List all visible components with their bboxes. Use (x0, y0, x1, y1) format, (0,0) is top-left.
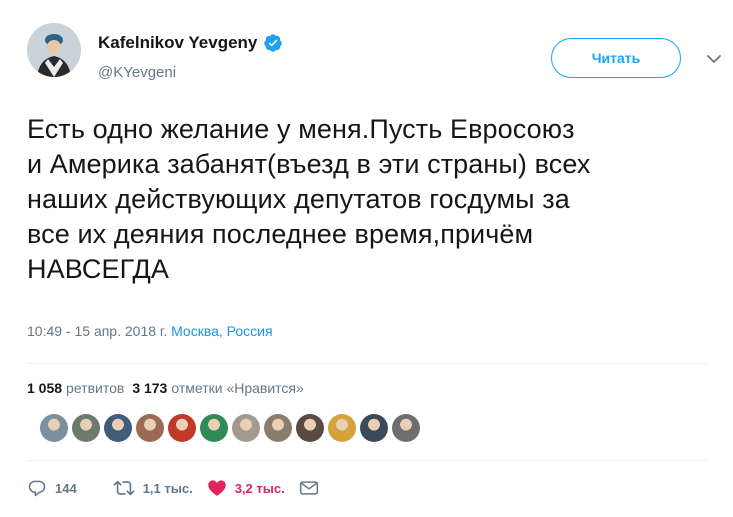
avatar-image (27, 23, 81, 77)
author-display-name[interactable]: Kafelnikov Yevgeny (98, 33, 257, 53)
liker-avatar[interactable] (232, 414, 260, 442)
tweet-actions: 144 1,1 тыс. 3,2 тыс. (27, 478, 333, 498)
tweet-timestamp[interactable]: 10:49 - 15 апр. 2018 г. (27, 323, 167, 339)
retweets-stat[interactable]: 1 058 ретвитов (27, 380, 124, 396)
direct-message-button[interactable] (299, 479, 319, 497)
heart-icon (207, 480, 226, 496)
tweet-card: Kafelnikov Yevgeny @KYevgeni Читать Есть… (0, 0, 733, 517)
retweet-count: 1,1 тыс. (142, 480, 193, 496)
liker-avatar[interactable] (392, 414, 420, 442)
liker-avatar[interactable] (168, 414, 196, 442)
chevron-down-icon[interactable] (705, 50, 723, 68)
reply-button[interactable]: 144 (27, 478, 77, 498)
tweet-stats: 1 058 ретвитов 3 173 отметки «Нравится» (27, 380, 304, 396)
liker-avatar[interactable] (72, 414, 100, 442)
author-handle[interactable]: @KYevgeni (98, 64, 176, 81)
divider (27, 363, 707, 364)
likes-count: 3 173 (132, 380, 168, 396)
follow-button[interactable]: Читать (551, 38, 681, 78)
liker-avatar[interactable] (328, 414, 356, 442)
tweet-meta: 10:49 - 15 апр. 2018 г. Москва, Россия (27, 323, 273, 339)
like-count: 3,2 тыс. (234, 480, 285, 496)
retweets-count: 1 058 (27, 380, 63, 396)
reply-icon (28, 480, 46, 497)
like-button[interactable]: 3,2 тыс. (207, 478, 285, 498)
likes-stat[interactable]: 3 173 отметки «Нравится» (132, 380, 303, 396)
tweet-location[interactable]: Москва, Россия (171, 323, 273, 339)
reply-count: 144 (55, 480, 77, 496)
liker-avatars (40, 414, 420, 442)
tweet-text: Есть одно желание у меня.Пусть Евросоюз … (27, 114, 591, 284)
liker-avatar[interactable] (264, 414, 292, 442)
author-name-row[interactable]: Kafelnikov Yevgeny (98, 33, 283, 53)
author-avatar[interactable] (27, 23, 81, 77)
liker-avatar[interactable] (200, 414, 228, 442)
envelope-icon (299, 481, 318, 495)
liker-avatar[interactable] (40, 414, 68, 442)
retweet-icon (113, 480, 135, 496)
divider (27, 460, 707, 461)
liker-avatar[interactable] (296, 414, 324, 442)
retweets-label: ретвитов (66, 380, 125, 396)
liker-avatar[interactable] (104, 414, 132, 442)
likes-label: отметки «Нравится» (171, 380, 304, 396)
retweet-button[interactable]: 1,1 тыс. (113, 478, 193, 498)
liker-avatar[interactable] (360, 414, 388, 442)
liker-avatar[interactable] (136, 414, 164, 442)
verified-badge-icon (263, 33, 283, 53)
